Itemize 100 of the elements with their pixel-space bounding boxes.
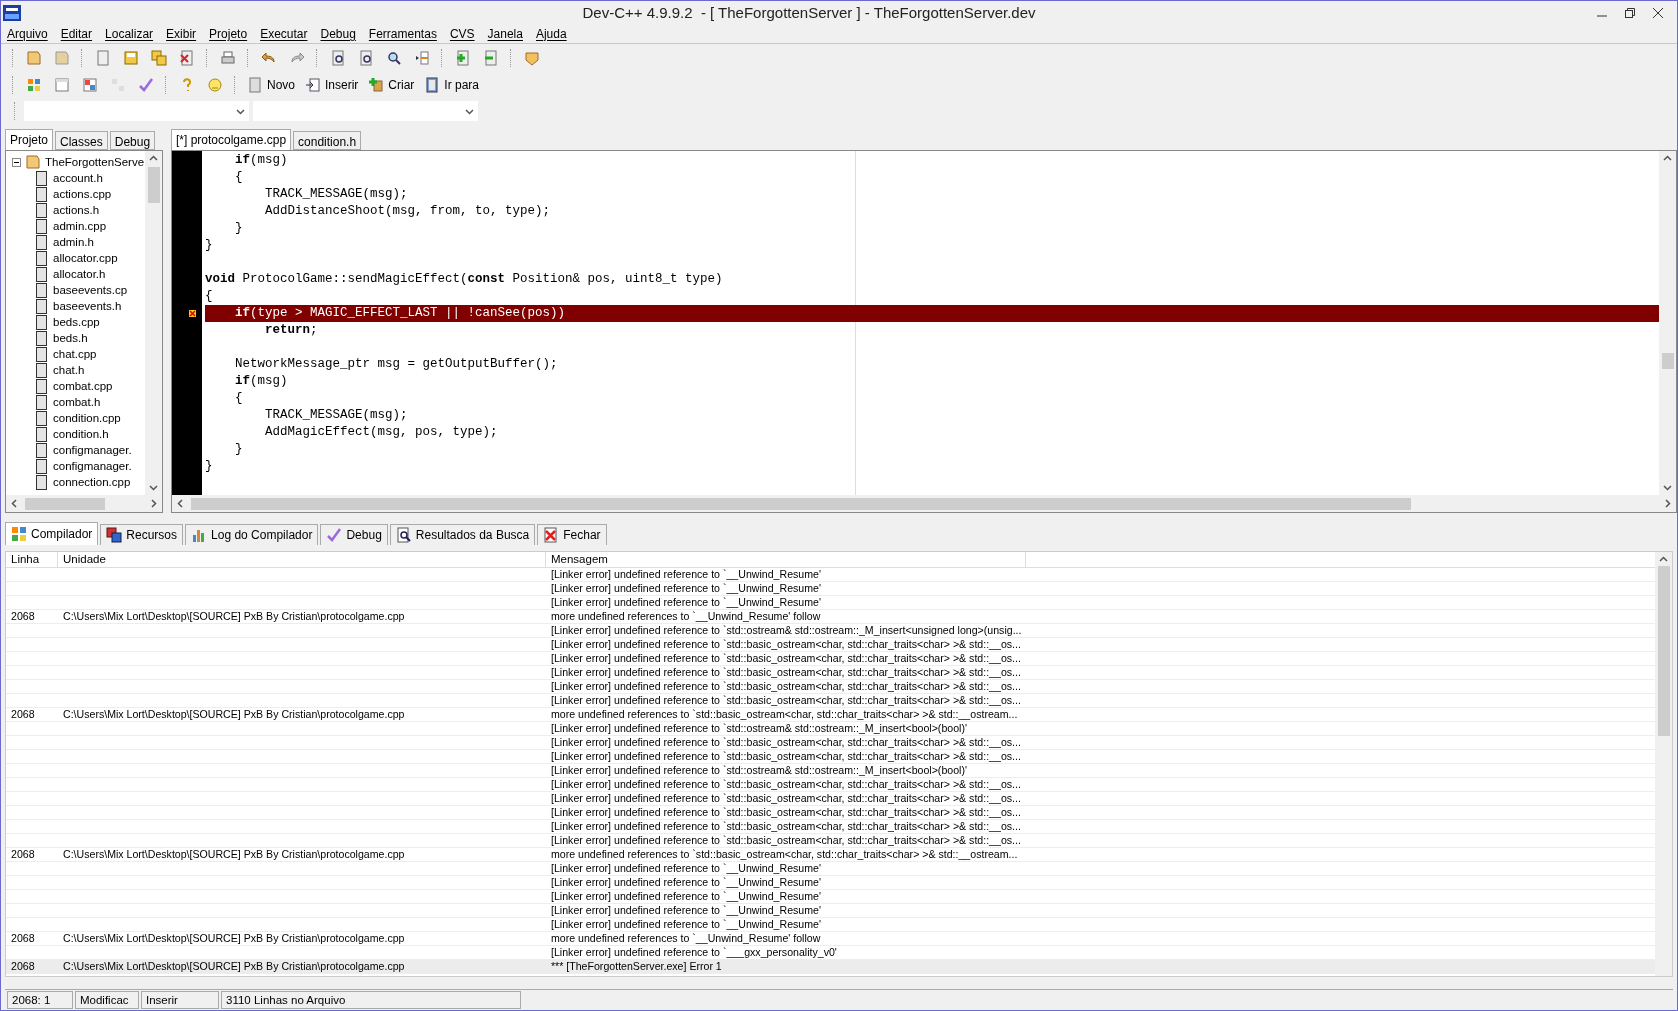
scroll-thumb[interactable] <box>1661 353 1674 369</box>
collapse-icon[interactable] <box>12 157 21 167</box>
file-icon <box>36 266 47 282</box>
scroll-left-icon[interactable] <box>176 499 185 508</box>
output-tab[interactable]: Recursos <box>100 524 184 545</box>
output-tab[interactable]: Log do Compilador <box>185 524 319 545</box>
scrollbar[interactable] <box>6 495 162 512</box>
tree-item[interactable]: connection.cpp <box>53 476 131 488</box>
tree-item[interactable]: beds.h <box>53 332 88 344</box>
menu-item[interactable]: Executar <box>256 26 317 41</box>
unit-path: C:\Users\Mix Lort\Desktop\[SOURCE] PxB By Cristian\protocolgame.cpp <box>63 708 405 720</box>
scroll-up-icon[interactable] <box>1663 154 1672 163</box>
code-line: AddMagicEffect(msg, pos, type); <box>264 425 498 439</box>
tree-item[interactable]: baseevents.cp <box>53 284 128 296</box>
menu-item[interactable]: CVS <box>445 26 484 41</box>
scroll-thumb[interactable] <box>147 167 160 203</box>
editor-tab[interactable]: condition.h <box>293 131 362 150</box>
toolbar-button[interactable]: Criar <box>365 72 418 97</box>
add-icon <box>455 49 471 66</box>
output-tab[interactable]: Fechar <box>537 524 607 545</box>
tree-item[interactable]: condition.h <box>53 428 109 440</box>
scroll-down-icon[interactable] <box>1663 483 1672 492</box>
scrollbar[interactable] <box>1659 151 1676 495</box>
error-message: [Linker error] undefined reference to `std::ostream& std::ostream::_M_insert<unsigned long>(unsig... <box>551 624 1022 636</box>
tree-item[interactable]: allocator.h <box>53 268 106 280</box>
error-message: [Linker error] undefined reference to `std::basic_ostream<char, std::char_traits<char> >& std::__os... <box>551 652 1021 664</box>
tree-item[interactable]: actions.cpp <box>53 188 112 200</box>
file-icon <box>36 362 47 378</box>
error-message: [Linker error] undefined reference to `__Unwind_Resume' <box>551 596 821 608</box>
restore-icon[interactable] <box>1625 7 1635 18</box>
tree-item[interactable]: TheForgottenServe <box>45 156 145 168</box>
tree-item[interactable]: admin.cpp <box>53 220 107 232</box>
code-line: TRACK_MESSAGE(msg); <box>264 187 408 201</box>
toolbar-button[interactable]: Ir para <box>421 72 483 97</box>
scroll-thumb[interactable] <box>191 497 1411 510</box>
file-icon <box>36 330 47 346</box>
tree-item[interactable]: actions.h <box>53 204 100 216</box>
menu-item[interactable]: Ajuda <box>531 26 576 41</box>
status-text: Modificac <box>75 991 139 1009</box>
tree-item[interactable]: chat.h <box>53 364 85 376</box>
toolbar-button[interactable]: Novo <box>244 72 298 97</box>
compile-run-icon <box>82 76 98 93</box>
file-icon <box>36 314 47 330</box>
scroll-up-icon[interactable] <box>149 154 158 163</box>
code-line: } <box>234 442 243 456</box>
sidebar-tab[interactable]: Classes <box>55 131 108 150</box>
tree-item[interactable]: account.h <box>53 172 103 184</box>
file-icon <box>36 426 47 442</box>
column-header[interactable]: Linha <box>6 552 58 568</box>
output-tab[interactable]: Debug <box>320 524 388 545</box>
error-message: [Linker error] undefined reference to `std::basic_ostream<char, std::char_traits<char> >& std::__os... <box>551 806 1021 818</box>
sidebar-tab[interactable]: Debug <box>109 131 156 150</box>
scroll-thumb[interactable] <box>25 497 105 510</box>
scrollbar[interactable] <box>1655 552 1672 976</box>
status-text: 3110 Linhas no Arquivo <box>221 991 521 1009</box>
menu-item[interactable]: Ferramentas <box>364 26 446 41</box>
scroll-thumb[interactable] <box>1657 566 1670 736</box>
menu-item[interactable]: Janela <box>483 26 532 41</box>
compile-icon <box>26 76 42 93</box>
menu-item[interactable]: Editar <box>56 26 102 41</box>
menu-item[interactable]: Exibir <box>162 26 206 41</box>
scroll-down-icon[interactable] <box>149 483 158 492</box>
project-icon <box>26 49 42 66</box>
line-number: 2068 <box>11 848 35 860</box>
menu-item[interactable]: Projeto <box>205 26 257 41</box>
tree-item[interactable]: combat.cpp <box>53 380 113 392</box>
menu-item[interactable]: Debug <box>316 26 365 41</box>
column-header[interactable]: Unidade <box>58 552 546 568</box>
line-number: 2068 <box>11 708 35 720</box>
scroll-left-icon[interactable] <box>10 499 19 508</box>
output-tab[interactable]: Compilador <box>5 522 99 545</box>
tree-item[interactable]: configmanager. <box>53 444 132 456</box>
scrollbar[interactable] <box>145 151 162 495</box>
code-editor[interactable] <box>171 150 1677 513</box>
tree-item[interactable]: configmanager. <box>53 460 132 472</box>
window-title: Dev-C++ 4.9.9.2 - [ TheForgottenServer ] - TheForgottenServer.dev <box>581 4 1037 21</box>
tree-item[interactable]: beds.cpp <box>53 316 100 328</box>
tree-item[interactable]: chat.cpp <box>53 348 97 360</box>
tree-item[interactable]: admin.h <box>53 236 94 248</box>
tree-item[interactable]: baseevents.h <box>53 300 122 312</box>
file-icon <box>36 234 47 250</box>
sidebar-tab[interactable]: Projeto <box>5 129 54 150</box>
menu-item[interactable]: Arquivo <box>3 26 57 41</box>
tree-item[interactable]: allocator.cpp <box>53 252 118 264</box>
menu-item[interactable]: Localizar <box>101 26 163 41</box>
toolbar-button[interactable]: Inserir <box>302 72 362 97</box>
find-next-icon <box>386 49 402 66</box>
close-icon[interactable] <box>1653 7 1663 18</box>
file-icon <box>36 442 47 458</box>
tree-item[interactable]: combat.h <box>53 396 101 408</box>
column-header[interactable]: Mensagem <box>546 552 1026 568</box>
editor-tab[interactable]: [*] protocolgame.cpp <box>171 129 292 150</box>
error-message: more undefined references to `__Unwind_Resume' follow <box>551 610 821 622</box>
scroll-right-icon[interactable] <box>149 499 158 508</box>
output-tab[interactable]: Resultados da Busca <box>389 524 536 545</box>
scroll-right-icon[interactable] <box>1663 499 1672 508</box>
scrollbar[interactable] <box>172 495 1676 512</box>
resources-icon <box>106 527 123 543</box>
scroll-up-icon[interactable] <box>1659 555 1668 564</box>
tree-item[interactable]: condition.cpp <box>53 412 121 424</box>
